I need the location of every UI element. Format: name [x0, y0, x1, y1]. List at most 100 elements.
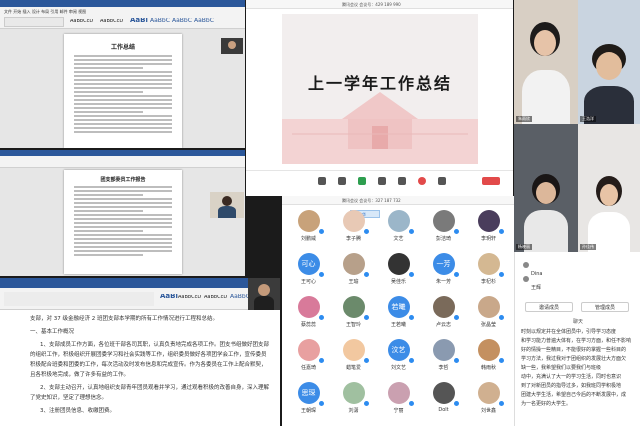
mic-status-icon: [318, 271, 325, 278]
mic-status-icon: [363, 314, 370, 321]
participant-avatar-text: 一芳: [436, 260, 451, 268]
invite-button[interactable]: 邀请成员: [525, 302, 573, 312]
participant-tile[interactable]: 刘潇: [331, 380, 376, 423]
camera-icon[interactable]: [338, 177, 346, 185]
participant-tile[interactable]: 可心 王可心: [286, 251, 331, 294]
share-screen-icon[interactable]: [358, 177, 366, 185]
participant-tile[interactable]: 刘鹏威: [286, 208, 331, 251]
participant-avatar-text: 若曦: [391, 303, 406, 311]
doc-body-bottom[interactable]: 支部，对 37 级金融经济 2 班团支部本学期的所有工作情况进行工程和总结。 一…: [30, 314, 270, 426]
participant-name: 朱一芳: [435, 279, 451, 285]
member-avatar-icon: [523, 262, 529, 268]
mic-status-icon: [408, 228, 415, 235]
participant-name: 张晶莹: [480, 322, 496, 328]
participant-tile[interactable]: 文艺: [376, 208, 421, 251]
participant-avatar: [432, 339, 455, 361]
participant-avatar: [477, 253, 500, 275]
word-ribbon[interactable]: 文件 开始 插入 设计 布局 引用 邮件 审阅 视图 AaBbCcD AaBbC…: [0, 7, 245, 29]
participant-tile[interactable]: 思琛 王朝琛: [286, 380, 331, 423]
ribbon-b-style-2[interactable]: AaBbCcD: [204, 295, 227, 300]
participant-tile[interactable]: 蜡笔爱: [331, 337, 376, 380]
ribbon-style-0[interactable]: AaBbCcD: [70, 19, 93, 24]
participant-avatar: [342, 296, 365, 318]
document-page-top[interactable]: 工作总结: [64, 34, 182, 148]
word-window-top: 文件 开始 插入 设计 布局 引用 邮件 审阅 视图 AaBbCcD AaBbC…: [0, 0, 245, 148]
member-item-0[interactable]: Dina: [523, 260, 633, 277]
participant-name: 李哲: [438, 365, 449, 371]
participant-tile[interactable]: 李子腾: [331, 208, 376, 251]
participant-tile[interactable]: 王瑜: [331, 251, 376, 294]
meeting-toolbar[interactable]: [246, 170, 513, 196]
participant-name: 宁丽: [393, 408, 404, 414]
settings-icon[interactable]: [438, 177, 446, 185]
cam-label-1: 王浩洋: [580, 116, 596, 122]
participant-name: 刘潇: [348, 408, 359, 414]
participant-avatar: [432, 210, 455, 232]
slide: 上一学年工作总结: [282, 14, 478, 164]
participant-tile[interactable]: 卢云志: [421, 294, 466, 337]
participant-tile[interactable]: 张晶莹: [466, 294, 511, 337]
word-window-bottom: AaBl AaBbCcD AaBbCcD AaBbC 支部，对 37 级金融经济…: [0, 278, 280, 426]
mic-status-icon: [408, 314, 415, 321]
end-meeting-icon[interactable]: [482, 177, 500, 185]
mic-status-icon: [408, 400, 415, 407]
participant-tile[interactable]: 汶艺 刘文艺: [376, 337, 421, 380]
members-panel: Dina 王辉 邀请成员 管理成员 聊天 时刻以规定并在全体团员中，引导学习态度…: [514, 252, 640, 426]
cam-tile-1[interactable]: 王浩洋: [578, 0, 640, 124]
member-item-1[interactable]: 王辉: [523, 274, 633, 291]
participant-avatar: [387, 382, 410, 404]
word-bottom-ribbon[interactable]: AaBl AaBbCcD AaBbCcD AaBbC: [0, 288, 280, 310]
word-mid-ribbon[interactable]: [0, 156, 245, 168]
participant-tile[interactable]: 一芳 朱一芳: [421, 251, 466, 294]
ribbon-b-style-0[interactable]: AaBl: [160, 294, 178, 299]
participant-name: 蔡蕊蕊: [300, 322, 316, 328]
participant-tile[interactable]: 宁丽: [376, 380, 421, 423]
cam-tile-2[interactable]: 杨晓丽: [514, 124, 578, 252]
ribbon-style-1[interactable]: AaBbCcD: [100, 19, 123, 24]
word-bottom-title-bar: [0, 278, 280, 288]
mic-status-icon: [453, 314, 460, 321]
participant-avatar: [432, 296, 455, 318]
participant-tile[interactable]: 吴佳乐: [376, 251, 421, 294]
participant-tile[interactable]: 若曦 王若曦: [376, 294, 421, 337]
word-window-mid: 团支部委员工作报告: [0, 150, 245, 276]
ribbon-style-4[interactable]: AaBbC: [172, 18, 192, 23]
chat-text-line: 为一名更好的大学生。: [521, 401, 572, 407]
participant-avatar: [297, 339, 320, 361]
participant-tile[interactable]: 王智玲: [331, 294, 376, 337]
doc-mid-title: 团支部委员工作报告: [100, 177, 146, 183]
participant-tile[interactable]: 李哲: [421, 337, 466, 380]
chat-text-line: 和学习能力普遍大体有，在学习方面，和任不影响: [521, 338, 632, 344]
participant-tile[interactable]: 李杞杉: [466, 251, 511, 294]
participant-tile[interactable]: 李玥轩: [466, 208, 511, 251]
members-icon[interactable]: [378, 177, 386, 185]
participant-grid-window: 腾讯会议 会议号：327 187 732 王文华 刘鹏威李子腾文艺彭洁琦李玥轩可…: [282, 196, 516, 426]
participant-tile[interactable]: 韩雨秋: [466, 337, 511, 380]
cam-tile-3[interactable]: 孙佳伟: [578, 124, 640, 252]
ribbon-b-style-1[interactable]: AaBbCcD: [178, 295, 201, 300]
manage-button[interactable]: 管理成员: [581, 302, 629, 312]
participant-avatar: [477, 210, 500, 232]
ribbon-style-5[interactable]: AaBbC: [194, 18, 214, 23]
participant-tile[interactable]: 刘世鑫: [466, 380, 511, 423]
participant-tile[interactable]: 蔡蕊蕊: [286, 294, 331, 337]
participant-avatar-text: 思琛: [301, 389, 316, 397]
participant-tile[interactable]: 任嘉琦: [286, 337, 331, 380]
participant-grid: 刘鹏威 李子腾 文艺 彭洁琦 李玥轩 可心 王可心 王瑜 吴佳乐 一芳 朱一芳 李杞杉 蔡蕊蕊 王智玲 若曦…: [286, 208, 516, 426]
participant-avatar-text: 汶艺: [391, 346, 406, 354]
cam-tile-0[interactable]: 朱雨欣: [514, 0, 578, 124]
mic-icon[interactable]: [318, 177, 326, 185]
participant-tile[interactable]: Dolt: [421, 380, 466, 423]
participant-avatar: [297, 296, 320, 318]
ribbon-style-2[interactable]: AaBl: [130, 18, 148, 23]
ribbon-b-style-3[interactable]: AaBbC: [230, 294, 250, 299]
document-page-mid[interactable]: 团支部委员工作报告: [64, 170, 182, 274]
record-icon[interactable]: [418, 177, 426, 185]
participant-avatar: 一芳: [432, 253, 455, 275]
participant-name: 王瑜: [348, 279, 359, 285]
chat-icon[interactable]: [398, 177, 406, 185]
ribbon-style-3[interactable]: AaBbC: [150, 18, 170, 23]
mic-status-icon: [363, 228, 370, 235]
participant-tile[interactable]: 彭洁琦: [421, 208, 466, 251]
cam-label-2: 杨晓丽: [516, 244, 532, 250]
